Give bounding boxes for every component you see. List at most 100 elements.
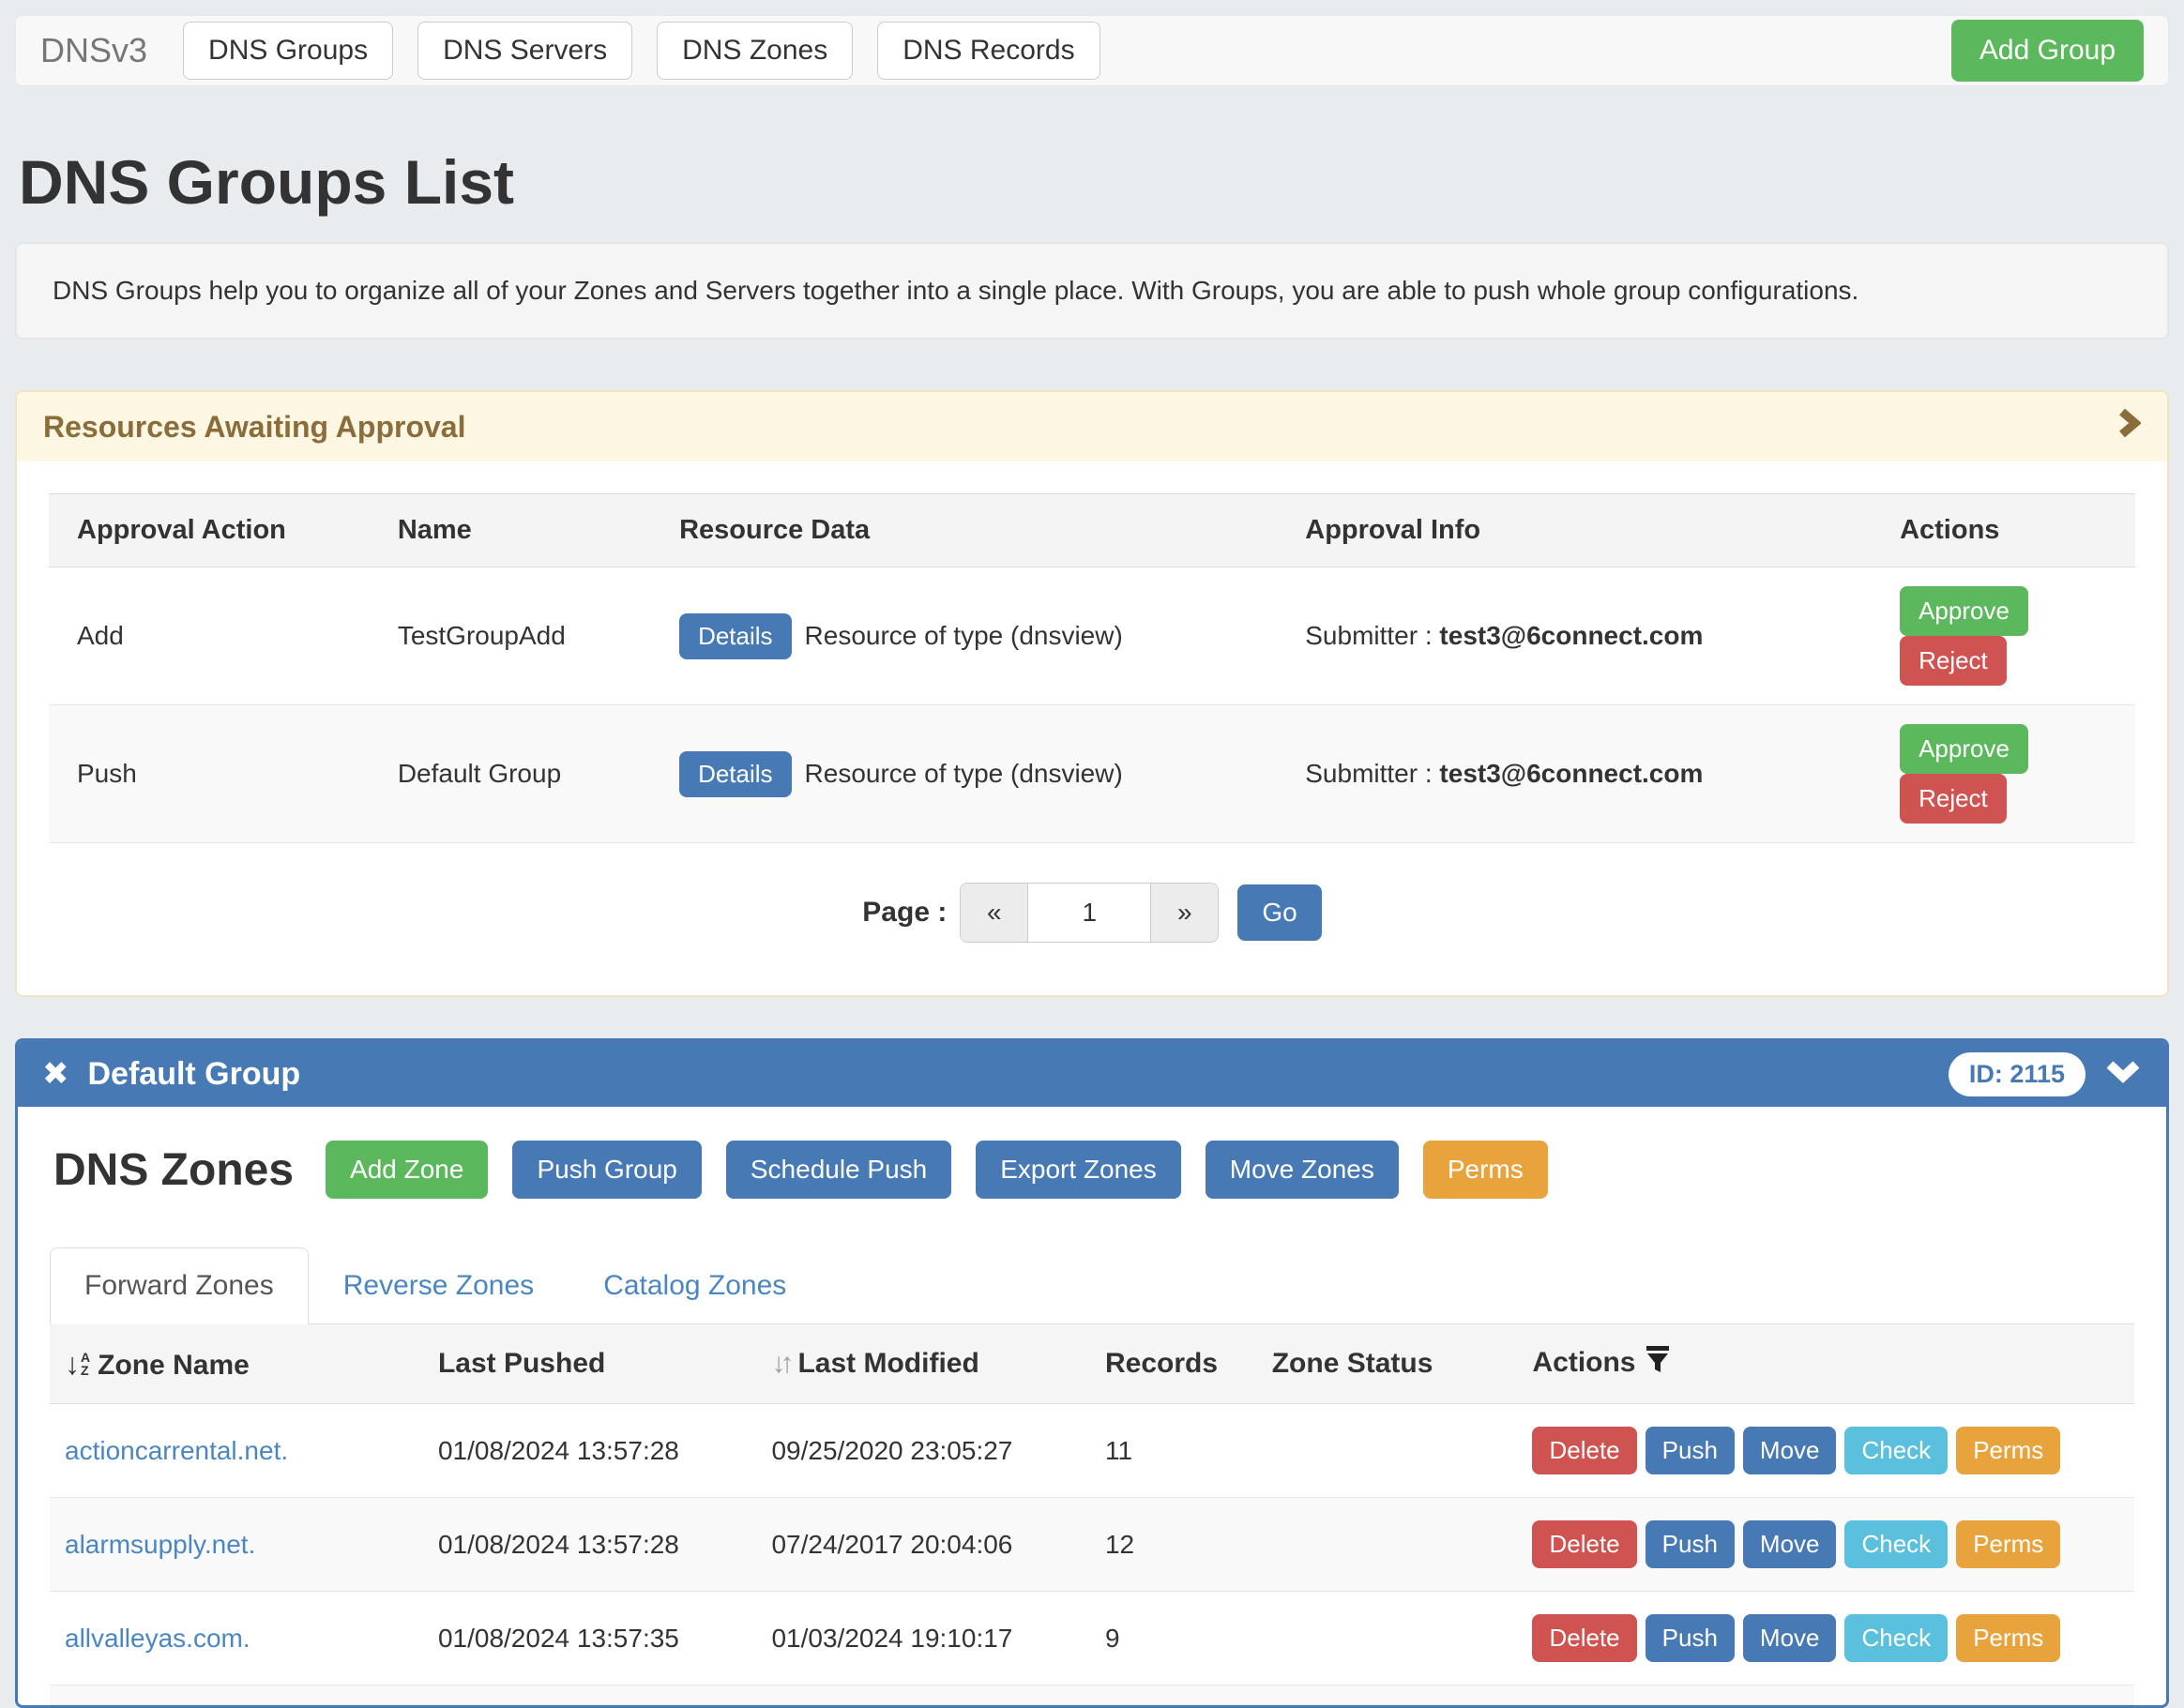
perms-row-button[interactable]: Perms [1956, 1520, 2060, 1568]
delete-button[interactable]: Delete [1532, 1427, 1636, 1474]
details-button[interactable]: Details [679, 613, 791, 659]
approval-row: Add TestGroupAdd Details Resource of type… [49, 567, 2135, 705]
approval-info-cell: Submitter : test3@6connect.com [1290, 705, 1885, 843]
move-button[interactable]: Move [1743, 1427, 1837, 1474]
nav-dns-zones-button[interactable]: DNS Zones [657, 22, 853, 80]
move-button[interactable]: Move [1743, 1520, 1837, 1568]
approval-table-header-row: Approval Action Name Resource Data Appro… [49, 494, 2135, 567]
approval-panel: Resources Awaiting Approval Approval Act… [15, 390, 2169, 997]
add-group-button[interactable]: Add Group [1951, 20, 2144, 82]
approval-panel-body: Approval Action Name Resource Data Appro… [17, 461, 2167, 995]
zone-name-link[interactable]: alarmsupply.net. [65, 1530, 255, 1559]
perms-button[interactable]: Perms [1423, 1141, 1548, 1199]
perms-row-button[interactable]: Perms [1956, 1614, 2060, 1662]
check-button[interactable]: Check [1844, 1614, 1948, 1662]
page: DNSv3 DNS Groups DNS Servers DNS Zones D… [0, 0, 2184, 1708]
group-panel: ✖ Default Group ID: 2115 DNS Zones Add Z… [15, 1038, 2169, 1708]
col-zone-actions: Actions [1519, 1324, 2134, 1404]
app-brand: DNSv3 [40, 31, 147, 70]
zone-status-cell [1259, 1592, 1520, 1685]
records-cell: 11 [1092, 1404, 1259, 1498]
col-last-pushed[interactable]: Last Pushed [425, 1324, 759, 1404]
perms-row-button[interactable]: Perms [1956, 1427, 2060, 1474]
approval-name-cell: Default Group [383, 705, 664, 843]
zones-table-header-row: ↓AZZone Name Last Pushed ↓↑Last Modified… [50, 1324, 2134, 1404]
page-description: DNS Groups help you to organize all of y… [15, 242, 2169, 340]
pagination: Page : « » Go [49, 883, 2135, 943]
chevron-down-icon[interactable] [2104, 1059, 2142, 1090]
chevron-right-icon[interactable] [2116, 407, 2141, 446]
export-zones-button[interactable]: Export Zones [976, 1141, 1181, 1199]
group-id-badge: ID: 2115 [1949, 1052, 2085, 1096]
resource-data-text: Resource of type (dnsview) [805, 621, 1123, 650]
delete-button[interactable]: Delete [1532, 1614, 1636, 1662]
zone-actions-cell: DeletePushMoveCheckPerms [1519, 1592, 2134, 1685]
col-name: Name [383, 494, 664, 567]
approval-actions-cell: ApproveReject [1885, 567, 2135, 705]
col-last-modified[interactable]: ↓↑Last Modified [758, 1324, 1092, 1404]
dns-zones-title: DNS Zones [53, 1144, 294, 1196]
nav-dns-records-button[interactable]: DNS Records [877, 22, 1100, 80]
add-zone-button[interactable]: Add Zone [326, 1141, 488, 1199]
submitter-label: Submitter : [1305, 759, 1432, 788]
sort-alpha-icon[interactable]: ↓AZ [65, 1347, 90, 1382]
schedule-push-button[interactable]: Schedule Push [726, 1141, 951, 1199]
push-group-button[interactable]: Push Group [512, 1141, 701, 1199]
tab-reverse-zones[interactable]: Reverse Zones [309, 1247, 569, 1324]
approve-button[interactable]: Approve [1900, 724, 2028, 774]
zone-status-cell [1259, 1404, 1520, 1498]
details-button[interactable]: Details [679, 751, 791, 797]
nav-dns-servers-button[interactable]: DNS Servers [417, 22, 632, 80]
approval-actions-cell: ApproveReject [1885, 705, 2135, 843]
page-input-group: « » [960, 883, 1219, 943]
push-button[interactable]: Push [1646, 1427, 1735, 1474]
zone-row: allvalleyas.com. 01/08/2024 13:57:35 01/… [50, 1592, 2134, 1685]
zones-tab-bar: Forward Zones Reverse Zones Catalog Zone… [50, 1247, 2134, 1324]
reject-button[interactable]: Reject [1900, 774, 2007, 824]
approval-action-cell: Push [49, 705, 383, 843]
col-approval-action: Approval Action [49, 494, 383, 567]
go-button[interactable]: Go [1237, 884, 1321, 941]
page-number-input[interactable] [1028, 884, 1150, 942]
page-title: DNS Groups List [19, 146, 2169, 218]
approval-action-cell: Add [49, 567, 383, 705]
sort-updown-icon[interactable]: ↓↑ [771, 1348, 788, 1379]
tab-catalog-zones[interactable]: Catalog Zones [569, 1247, 821, 1324]
zone-actions-cell: DeletePushMoveCheckPerms [1519, 1404, 2134, 1498]
close-icon[interactable]: ✖ [42, 1055, 69, 1093]
approval-resource-cell: Details Resource of type (dnsview) [664, 567, 1290, 705]
zone-row-partial [50, 1685, 2134, 1705]
move-zones-button[interactable]: Move Zones [1206, 1141, 1399, 1199]
check-button[interactable]: Check [1844, 1427, 1948, 1474]
approve-button[interactable]: Approve [1900, 586, 2028, 636]
group-panel-title: Default Group [88, 1056, 301, 1093]
zone-row: actioncarrental.net. 01/08/2024 13:57:28… [50, 1404, 2134, 1498]
zone-name-link[interactable]: allvalleyas.com. [65, 1624, 250, 1653]
last-pushed-cell: 01/08/2024 13:57:35 [425, 1592, 759, 1685]
submitter-email: test3@6connect.com [1439, 621, 1703, 650]
submitter-label: Submitter : [1305, 621, 1432, 650]
move-button[interactable]: Move [1743, 1614, 1837, 1662]
resource-data-text: Resource of type (dnsview) [805, 759, 1123, 788]
tab-forward-zones[interactable]: Forward Zones [50, 1247, 309, 1324]
top-navbar: DNSv3 DNS Groups DNS Servers DNS Zones D… [15, 15, 2169, 86]
push-button[interactable]: Push [1646, 1520, 1735, 1568]
col-actions: Actions [1885, 494, 2135, 567]
col-records: Records [1092, 1324, 1259, 1404]
approval-row: Push Default Group Details Resource of ty… [49, 705, 2135, 843]
check-button[interactable]: Check [1844, 1520, 1948, 1568]
zone-name-link[interactable]: actioncarrental.net. [65, 1436, 288, 1465]
filter-icon[interactable] [1646, 1350, 1670, 1381]
col-zone-name[interactable]: ↓AZZone Name [50, 1324, 425, 1404]
nav-dns-groups-button[interactable]: DNS Groups [183, 22, 393, 80]
reject-button[interactable]: Reject [1900, 636, 2007, 686]
delete-button[interactable]: Delete [1532, 1520, 1636, 1568]
next-page-button[interactable]: » [1150, 884, 1218, 942]
last-modified-cell: 09/25/2020 23:05:27 [758, 1404, 1092, 1498]
prev-page-button[interactable]: « [961, 884, 1028, 942]
approval-panel-header: Resources Awaiting Approval [17, 392, 2167, 461]
push-button[interactable]: Push [1646, 1614, 1735, 1662]
last-pushed-cell: 01/08/2024 13:57:28 [425, 1404, 759, 1498]
approval-name-cell: TestGroupAdd [383, 567, 664, 705]
approval-table: Approval Action Name Resource Data Appro… [49, 493, 2135, 843]
